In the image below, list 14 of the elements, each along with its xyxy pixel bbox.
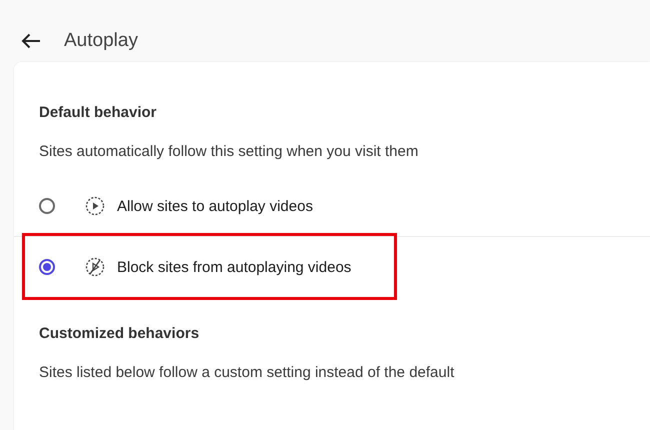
page-title: Autoplay bbox=[64, 30, 138, 52]
back-arrow-icon bbox=[21, 33, 41, 49]
dashed-play-slash-icon bbox=[85, 257, 105, 277]
option-label: Allow sites to autoplay videos bbox=[117, 198, 313, 214]
option-row[interactable]: Allow sites to autoplay videos bbox=[14, 176, 650, 236]
section-heading: Default behavior bbox=[39, 104, 158, 121]
section-heading: Customized behaviors bbox=[39, 325, 200, 342]
radio-button[interactable] bbox=[39, 259, 55, 275]
radio-button[interactable] bbox=[39, 198, 55, 214]
dashed-play-icon bbox=[85, 196, 105, 216]
option-row[interactable]: Block sites from autoplaying videos bbox=[14, 236, 650, 297]
section-description: Sites automatically follow this setting when you visit them bbox=[39, 143, 420, 160]
option-label: Block sites from autoplaying videos bbox=[117, 258, 352, 276]
section-description: Sites listed below follow a custom setting instead of the default bbox=[39, 364, 456, 381]
